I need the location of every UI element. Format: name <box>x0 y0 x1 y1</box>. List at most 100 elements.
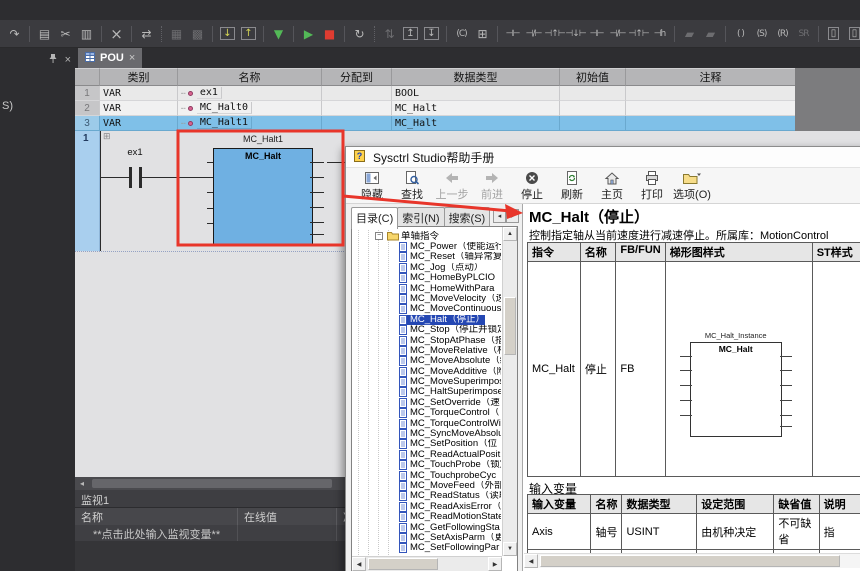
parallel-falling-icon[interactable]: ⊣h <box>650 24 669 44</box>
tree-item[interactable]: MC_MoveVelocity（速 <box>352 293 501 304</box>
stop-icon[interactable]: ■ <box>320 24 339 44</box>
contact-nc-icon[interactable]: ⊣/⊢ <box>524 24 543 44</box>
menu-item[interactable] <box>110 0 132 20</box>
tree-item[interactable]: MC_HaltSuperimpose <box>352 387 501 398</box>
fb-insert2-icon[interactable]: ▯ <box>845 24 860 44</box>
options-button[interactable]: 选项(O) <box>672 170 712 202</box>
tree-item[interactable]: MC_MoveFeed（外部中 <box>352 480 501 491</box>
tree-item[interactable]: MC_ReadActualPosit <box>352 449 501 460</box>
rung-number[interactable]: 1 <box>75 131 100 251</box>
tab-close-icon[interactable]: × <box>129 52 135 64</box>
tree-item[interactable]: MC_ReadAxisError（ <box>352 501 501 512</box>
coil-set-icon[interactable]: (S) <box>752 24 771 44</box>
hide-button[interactable]: 隐藏 <box>352 170 392 202</box>
tree-item[interactable]: MC_SyncMoveAbsolut <box>352 429 501 440</box>
inline-p-icon[interactable]: ▰ <box>701 24 720 44</box>
parallel-no-icon[interactable]: ⊣⊢ <box>587 24 606 44</box>
collapse-icon[interactable]: − <box>375 232 383 240</box>
tree-item[interactable]: MC_Jog（点动） <box>352 262 501 273</box>
scroll-left-icon[interactable]: ◀ <box>524 554 538 568</box>
home-button[interactable]: 主页 <box>592 170 632 202</box>
content-hscrollbar[interactable]: ◀ <box>524 553 860 568</box>
scroll-thumb[interactable] <box>92 479 332 488</box>
tree-item[interactable]: MC_MoveAdditive（附 <box>352 366 501 377</box>
tree-item[interactable]: MC_HomeByPLCIO（通 <box>352 273 501 284</box>
scroll-thumb[interactable] <box>368 558 438 570</box>
tab-contents[interactable]: 目录(C) <box>351 207 399 229</box>
mc-halt-block[interactable]: MC_Halt <box>213 148 324 245</box>
watch-col-name[interactable]: 名称 <box>75 508 238 525</box>
pin-icon[interactable] <box>48 51 58 69</box>
replace-icon[interactable]: ⇄ <box>137 24 156 44</box>
tree-item[interactable]: MC_TouchProbe（锁定 <box>352 460 501 471</box>
MC_Halt1[interactable]: 3 VAR ╌ MC_Halt1 MC_Halt <box>75 116 795 131</box>
tree-item[interactable]: MC_Halt（停止） <box>352 314 501 325</box>
delete-icon[interactable]: × <box>107 24 126 44</box>
filter-icon[interactable]: ▼ <box>269 24 288 44</box>
tree-item[interactable]: MC_GetFollowingSta <box>352 522 501 533</box>
contact-rising-icon[interactable]: ⊣↑⊢ <box>544 24 565 44</box>
tree-item[interactable]: MC_Power（使能运行/ <box>352 242 501 252</box>
contact-falling-icon[interactable]: ⊣↓⊢ <box>565 24 586 44</box>
forward-button[interactable]: 前进 <box>472 170 512 202</box>
refresh-button[interactable]: 刷新 <box>552 170 592 202</box>
scroll-thumb[interactable] <box>540 555 840 567</box>
tree-item[interactable]: MC_ReadMotionState <box>352 512 501 523</box>
scroll-right-icon[interactable]: ▶ <box>488 557 502 571</box>
jump-icon[interactable]: ⇅ <box>380 24 399 44</box>
tree-item[interactable]: MC_SetPosition（位 <box>352 439 501 450</box>
tree-item[interactable]: MC_TouchprobeCyc（ <box>352 470 501 481</box>
fb-insert-icon[interactable]: ▯ <box>824 24 843 44</box>
MC_Halt0[interactable]: 2 VAR ╌ MC_Halt0 MC_Halt <box>75 101 795 116</box>
copy-icon[interactable]: ▤ <box>35 24 54 44</box>
menu-item[interactable] <box>22 0 44 20</box>
tree-item[interactable]: MC_MoveSuperimpose <box>352 377 501 388</box>
coil-icon[interactable]: ( ) <box>731 24 750 44</box>
scroll-left-icon[interactable]: ◀ <box>352 557 366 571</box>
menu-item[interactable] <box>88 0 110 20</box>
tree-item[interactable]: MC_MoveRelative（相 <box>352 345 501 356</box>
menu-item[interactable] <box>44 0 66 20</box>
tree-item[interactable]: MC_MoveAbsolute（绝 <box>352 356 501 367</box>
build-all-icon[interactable]: ▩ <box>188 24 207 44</box>
coil-reset-icon[interactable]: (R) <box>773 24 792 44</box>
contact-label[interactable]: ex1 <box>115 147 155 158</box>
scroll-up-icon[interactable]: ▲ <box>503 227 517 241</box>
tree-folder-single-axis[interactable]: − 单轴指令 <box>352 231 501 242</box>
tab-scroll-right-icon[interactable]: ▸ <box>506 209 519 223</box>
tab-pou[interactable]: POU × <box>78 48 143 68</box>
back-button[interactable]: 上一步 <box>432 170 472 202</box>
tree-item[interactable]: MC_HomeWithPara（参 <box>352 283 501 294</box>
scroll-left-icon[interactable]: ◂ <box>75 477 89 490</box>
inline-slash-icon[interactable]: ▰ <box>680 24 699 44</box>
parallel-nc-icon[interactable]: ⊣/⊢ <box>608 24 627 44</box>
stop-button[interactable]: 停止 <box>512 170 552 202</box>
sr-icon[interactable]: SR <box>794 24 813 44</box>
tree-vscrollbar[interactable]: ▲ ▼ <box>502 227 517 556</box>
run-icon[interactable]: ▶ <box>299 24 318 44</box>
scroll-down-icon[interactable]: ▼ <box>503 542 517 556</box>
contact-no-icon[interactable]: ⊣⊢ <box>503 24 522 44</box>
redo-icon[interactable]: ↷ <box>5 24 24 44</box>
coil-c-icon[interactable]: (C) <box>452 24 471 44</box>
tree-item[interactable]: MC_Reset（轴异常复位 <box>352 252 501 263</box>
insert-below-icon[interactable]: ↧ <box>422 24 441 44</box>
tree-item[interactable]: MC_Stop（停止并锁定 <box>352 325 501 336</box>
rung-handle-icon[interactable]: ⊞ <box>103 132 111 142</box>
parallel-rising-icon[interactable]: ⊣↑⊢ <box>628 24 649 44</box>
menu-item[interactable] <box>66 0 88 20</box>
print-button[interactable]: 打印 <box>632 170 672 202</box>
scroll-thumb[interactable] <box>504 297 516 355</box>
tree-item[interactable]: MC_TorqueControl（ <box>352 408 501 419</box>
build-icon[interactable]: ▦ <box>167 24 186 44</box>
tab-scroll-left-icon[interactable]: ◂ <box>493 209 506 223</box>
help-titlebar[interactable]: ? Sysctrl Studio帮助手册 <box>346 147 860 168</box>
tree-item[interactable]: MC_StopAtPhase（指 <box>352 335 501 346</box>
tree-hscrollbar[interactable]: ◀ ▶ <box>352 556 502 571</box>
ex1[interactable]: 1 VAR ╌ ex1 BOOL <box>75 86 795 101</box>
tree-item[interactable]: MC_SetAxisParm（更 <box>352 532 501 543</box>
fb-instance-label[interactable]: MC_Halt1 <box>213 134 313 144</box>
find-button[interactable]: 查找 <box>392 170 432 202</box>
close-panel-icon[interactable]: × <box>65 54 71 66</box>
varblock-icon[interactable]: ⊞ <box>473 24 492 44</box>
